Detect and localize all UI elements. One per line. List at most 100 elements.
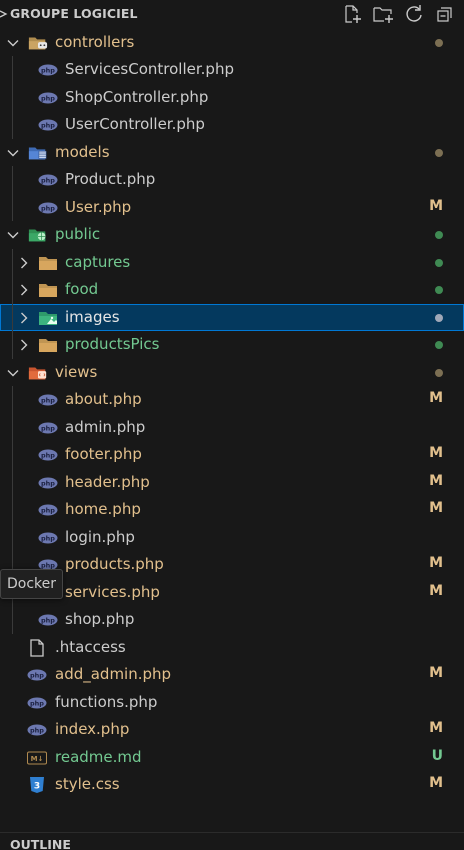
git-status-dot xyxy=(435,368,443,377)
file-row[interactable]: phpservices.phpM xyxy=(0,579,464,607)
chevron-down-icon[interactable] xyxy=(6,228,20,242)
file-row[interactable]: php User.php M xyxy=(0,194,464,222)
indent-guide xyxy=(12,56,13,139)
php-icon: php xyxy=(38,392,58,408)
svg-text:php: php xyxy=(30,727,44,735)
folder-row[interactable]: public xyxy=(0,221,464,249)
tree-item-label: products.php xyxy=(65,555,164,573)
git-status-dot xyxy=(435,258,443,267)
folder-icon xyxy=(38,282,58,298)
folder-row[interactable]: captures xyxy=(0,249,464,277)
file-row[interactable]: php about.php M xyxy=(0,386,464,414)
file-row[interactable]: php header.php M xyxy=(0,469,464,497)
chevron-right-icon[interactable] xyxy=(17,338,31,352)
new-folder-icon[interactable] xyxy=(372,3,394,25)
php-icon: php xyxy=(38,502,58,518)
file-row[interactable]: php shop.php xyxy=(0,606,464,634)
new-file-icon[interactable] xyxy=(341,3,363,25)
file-row[interactable]: php functions.php xyxy=(0,689,464,717)
markdown-icon: M↓ xyxy=(27,750,47,766)
php-icon: php xyxy=(38,420,58,436)
svg-text:php: php xyxy=(41,479,55,487)
git-status-badge: M xyxy=(429,555,443,571)
file-row[interactable]: php login.php xyxy=(0,524,464,552)
svg-text:M↓: M↓ xyxy=(31,755,44,763)
git-status-badge: M xyxy=(429,390,443,406)
file-row[interactable]: php Product.php xyxy=(0,166,464,194)
explorer-header: GROUPE LOGICIEL xyxy=(0,0,464,28)
chevron-right-icon[interactable] xyxy=(17,283,31,297)
git-status-dot xyxy=(435,38,443,47)
file-row[interactable]: php index.php M xyxy=(0,716,464,744)
chevron-right-icon[interactable] xyxy=(17,256,31,270)
file-row[interactable]: php ServicesController.php xyxy=(0,56,464,84)
file-row[interactable]: php products.php M xyxy=(0,551,464,579)
svg-text:php: php xyxy=(41,534,55,542)
php-icon: php xyxy=(38,612,58,628)
php-icon: php xyxy=(27,695,47,711)
chevron-down-icon[interactable] xyxy=(6,36,20,50)
section-title[interactable]: GROUPE LOGICIEL xyxy=(10,6,138,21)
outline-title: OUTLINE xyxy=(10,837,71,850)
svg-text:php: php xyxy=(41,452,55,460)
indent-guide xyxy=(12,248,13,359)
tree-item-label: captures xyxy=(65,252,131,271)
folder-row[interactable]: productsPics xyxy=(0,331,464,359)
file-row[interactable]: php ShopController.php xyxy=(0,84,464,112)
tree-item-label: productsPics xyxy=(65,335,160,353)
php-icon: php xyxy=(38,530,58,546)
file-row[interactable]: php admin.php xyxy=(0,414,464,442)
tree-item-label: admin.php xyxy=(65,417,146,436)
file-row[interactable]: php add_admin.php M xyxy=(0,661,464,689)
file-row[interactable]: .htaccess xyxy=(0,634,464,662)
tree-item-label: add_admin.php xyxy=(55,665,172,683)
git-status-dot xyxy=(435,341,443,349)
git-status-dot xyxy=(435,286,443,294)
folder-controllers-icon xyxy=(28,35,48,51)
php-icon: php xyxy=(27,722,47,738)
tree-item-label: header.php xyxy=(65,472,150,491)
file-row[interactable]: M↓ readme.md U xyxy=(0,744,464,772)
refresh-icon[interactable] xyxy=(403,3,425,25)
php-icon: php xyxy=(38,475,58,491)
php-icon: php xyxy=(38,447,58,463)
indent-guide xyxy=(12,166,13,221)
folder-row[interactable]: food xyxy=(0,276,464,304)
tree-item-label: about.php xyxy=(65,390,142,408)
chevron-down-icon[interactable] xyxy=(6,366,20,380)
folder-row[interactable]: views xyxy=(0,359,464,387)
tooltip-text: Docker xyxy=(7,576,57,592)
collapse-all-icon[interactable] xyxy=(434,3,456,25)
tree-item-label: home.php xyxy=(65,500,141,518)
folder-row[interactable]: controllers xyxy=(0,29,464,57)
outline-section-header[interactable]: OUTLINE xyxy=(0,833,464,850)
git-status-badge: M xyxy=(429,472,443,489)
svg-text:php: php xyxy=(41,204,55,212)
git-status-badge: M xyxy=(429,500,443,516)
chevron-down-icon[interactable] xyxy=(0,8,8,20)
folder-icon xyxy=(38,337,58,353)
git-status-badge: M xyxy=(429,775,443,791)
file-row[interactable]: php UserController.php xyxy=(0,111,464,139)
folder-row[interactable]: images xyxy=(0,303,464,331)
svg-text:php: php xyxy=(30,699,44,707)
tree-item-label: models xyxy=(55,142,110,161)
svg-text:3: 3 xyxy=(34,782,40,792)
tree-item-label: Product.php xyxy=(65,170,156,188)
css-icon: 3 xyxy=(27,777,47,793)
tree-item-label: controllers xyxy=(55,32,135,51)
chevron-down-icon[interactable] xyxy=(6,146,20,160)
tree-item-label: functions.php xyxy=(55,692,158,711)
git-status-dot xyxy=(435,148,443,157)
file-row[interactable]: php home.php M xyxy=(0,496,464,524)
tree-item-label: User.php xyxy=(65,197,132,216)
svg-text:php: php xyxy=(41,122,55,130)
git-status-dot xyxy=(435,313,443,322)
folder-row[interactable]: models xyxy=(0,139,464,167)
git-status-badge: M xyxy=(429,445,443,461)
file-row[interactable]: php footer.php M xyxy=(0,441,464,469)
svg-text:php: php xyxy=(30,672,44,680)
tree-item-label: food xyxy=(65,280,99,298)
chevron-right-icon[interactable] xyxy=(17,311,31,325)
file-row[interactable]: 3 style.css M xyxy=(0,771,464,799)
